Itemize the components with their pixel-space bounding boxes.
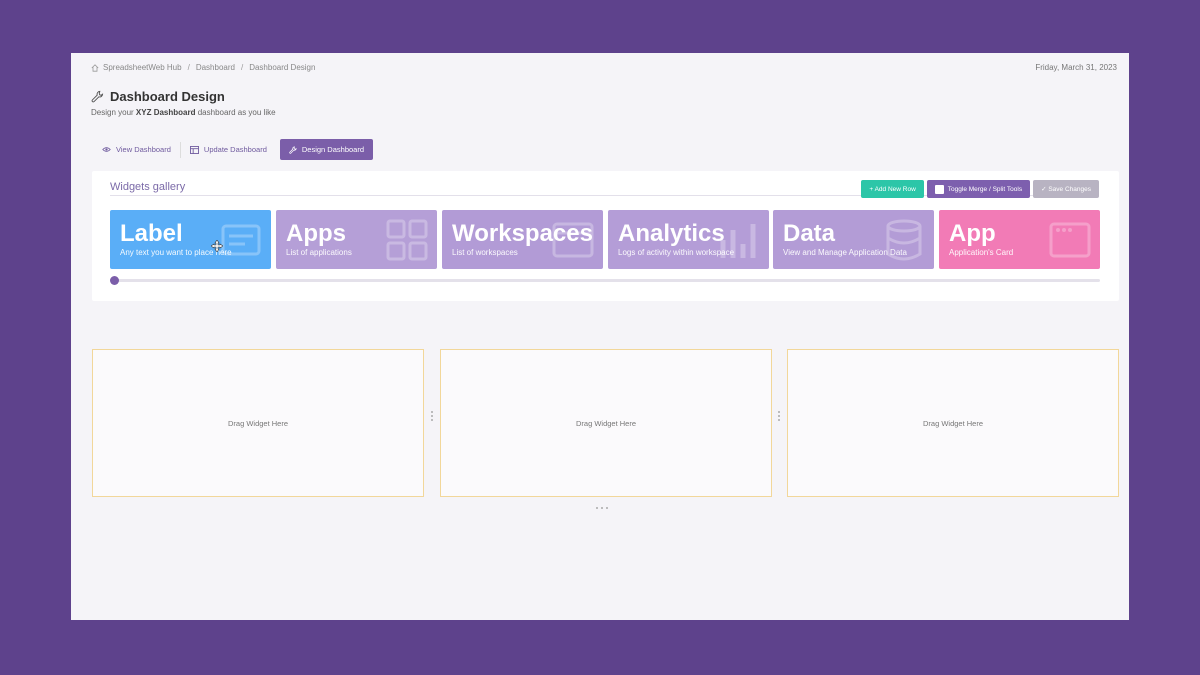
widget-name: Analytics bbox=[618, 220, 725, 247]
subtitle-post: dashboard as you like bbox=[195, 108, 276, 117]
add-new-row-button[interactable]: + Add New Row bbox=[861, 180, 924, 198]
widget-name: Apps bbox=[286, 220, 346, 247]
app-window: SpreadsheetWeb Hub / Dashboard / Dashboa… bbox=[71, 53, 1129, 620]
widget-description: View and Manage Application Data bbox=[783, 248, 907, 257]
column-resize-handle[interactable] bbox=[777, 409, 780, 429]
wrench-icon bbox=[91, 90, 104, 103]
apps-grid-icon bbox=[386, 219, 428, 261]
page-header: Dashboard Design bbox=[91, 89, 225, 104]
toggle-checkbox[interactable] bbox=[934, 184, 944, 194]
widget-card-analytics[interactable]: Analytics Logs of activity within worksp… bbox=[608, 210, 769, 269]
row-resize-handle[interactable] bbox=[596, 507, 608, 509]
widgets-gallery: Widgets gallery + Add New Row Toggle Mer… bbox=[92, 171, 1119, 301]
widget-description: List of workspaces bbox=[452, 248, 518, 257]
wrench-icon bbox=[289, 145, 297, 154]
widget-card-app[interactable]: App Application's Card bbox=[939, 210, 1100, 269]
tab-label: Update Dashboard bbox=[203, 145, 267, 154]
breadcrumb: SpreadsheetWeb Hub / Dashboard / Dashboa… bbox=[91, 63, 315, 72]
eye-icon bbox=[102, 147, 111, 152]
drop-zone[interactable]: Drag Widget Here bbox=[787, 349, 1119, 497]
app-window-icon bbox=[1049, 222, 1091, 258]
breadcrumb-separator: / bbox=[240, 63, 244, 72]
current-date: Friday, March 31, 2023 bbox=[1035, 63, 1117, 72]
widget-card-label[interactable]: Label Any text you want to place here bbox=[110, 210, 271, 269]
widget-description: List of applications bbox=[286, 248, 352, 257]
tab-design-dashboard[interactable]: Design Dashboard bbox=[279, 139, 373, 160]
page-subtitle: Design your XYZ Dashboard dashboard as y… bbox=[91, 108, 276, 117]
toggle-label: Toggle Merge / Split Tools bbox=[947, 185, 1023, 193]
page-title: Dashboard Design bbox=[110, 89, 225, 104]
gallery-actions: + Add New Row Toggle Merge / Split Tools… bbox=[861, 180, 1099, 198]
save-changes-button[interactable]: ✓ Save Changes bbox=[1033, 180, 1099, 198]
subtitle-pre: Design your bbox=[91, 108, 136, 117]
gallery-title: Widgets gallery bbox=[110, 181, 186, 193]
tab-update-dashboard[interactable]: Update Dashboard bbox=[181, 139, 276, 160]
move-cursor-icon bbox=[211, 240, 223, 252]
widget-card-apps[interactable]: Apps List of applications bbox=[276, 210, 437, 269]
breadcrumb-current: Dashboard Design bbox=[249, 63, 316, 72]
breadcrumb-separator: / bbox=[187, 63, 190, 72]
top-bar: SpreadsheetWeb Hub / Dashboard / Dashboa… bbox=[91, 63, 1117, 77]
breadcrumb-home[interactable]: SpreadsheetWeb Hub bbox=[103, 63, 182, 72]
drop-zone[interactable]: Drag Widget Here bbox=[92, 349, 424, 497]
widget-name: Label bbox=[120, 220, 183, 247]
tab-view-dashboard[interactable]: View Dashboard bbox=[93, 139, 180, 160]
tab-label: Design Dashboard bbox=[301, 145, 364, 154]
column-resize-handle[interactable] bbox=[430, 409, 433, 429]
widget-carousel: Label Any text you want to place here Ap… bbox=[110, 210, 1100, 270]
layout-icon bbox=[189, 145, 199, 154]
drop-zone[interactable]: Drag Widget Here bbox=[440, 349, 772, 497]
widget-card-data[interactable]: Data View and Manage Application Data bbox=[773, 210, 934, 269]
subtitle-dashboard-name: XYZ Dashboard bbox=[135, 108, 196, 117]
toggle-merge-split-button[interactable]: Toggle Merge / Split Tools bbox=[926, 180, 1031, 198]
widget-name: App bbox=[949, 220, 996, 247]
home-icon bbox=[91, 63, 99, 72]
widget-name: Data bbox=[783, 220, 836, 247]
breadcrumb-dashboard[interactable]: Dashboard bbox=[196, 63, 235, 72]
widget-description: Logs of activity within workspace bbox=[618, 248, 735, 257]
widget-card-workspaces[interactable]: Workspaces List of workspaces bbox=[442, 210, 603, 269]
carousel-scroll-track[interactable] bbox=[113, 279, 1100, 282]
widget-name: Workspaces bbox=[452, 220, 593, 247]
carousel-scroll-thumb[interactable] bbox=[110, 276, 119, 285]
tab-label: View Dashboard bbox=[116, 145, 171, 154]
widget-description: Application's Card bbox=[949, 248, 1014, 257]
tab-bar: View Dashboard Update Dashboard Design D… bbox=[93, 139, 373, 160]
